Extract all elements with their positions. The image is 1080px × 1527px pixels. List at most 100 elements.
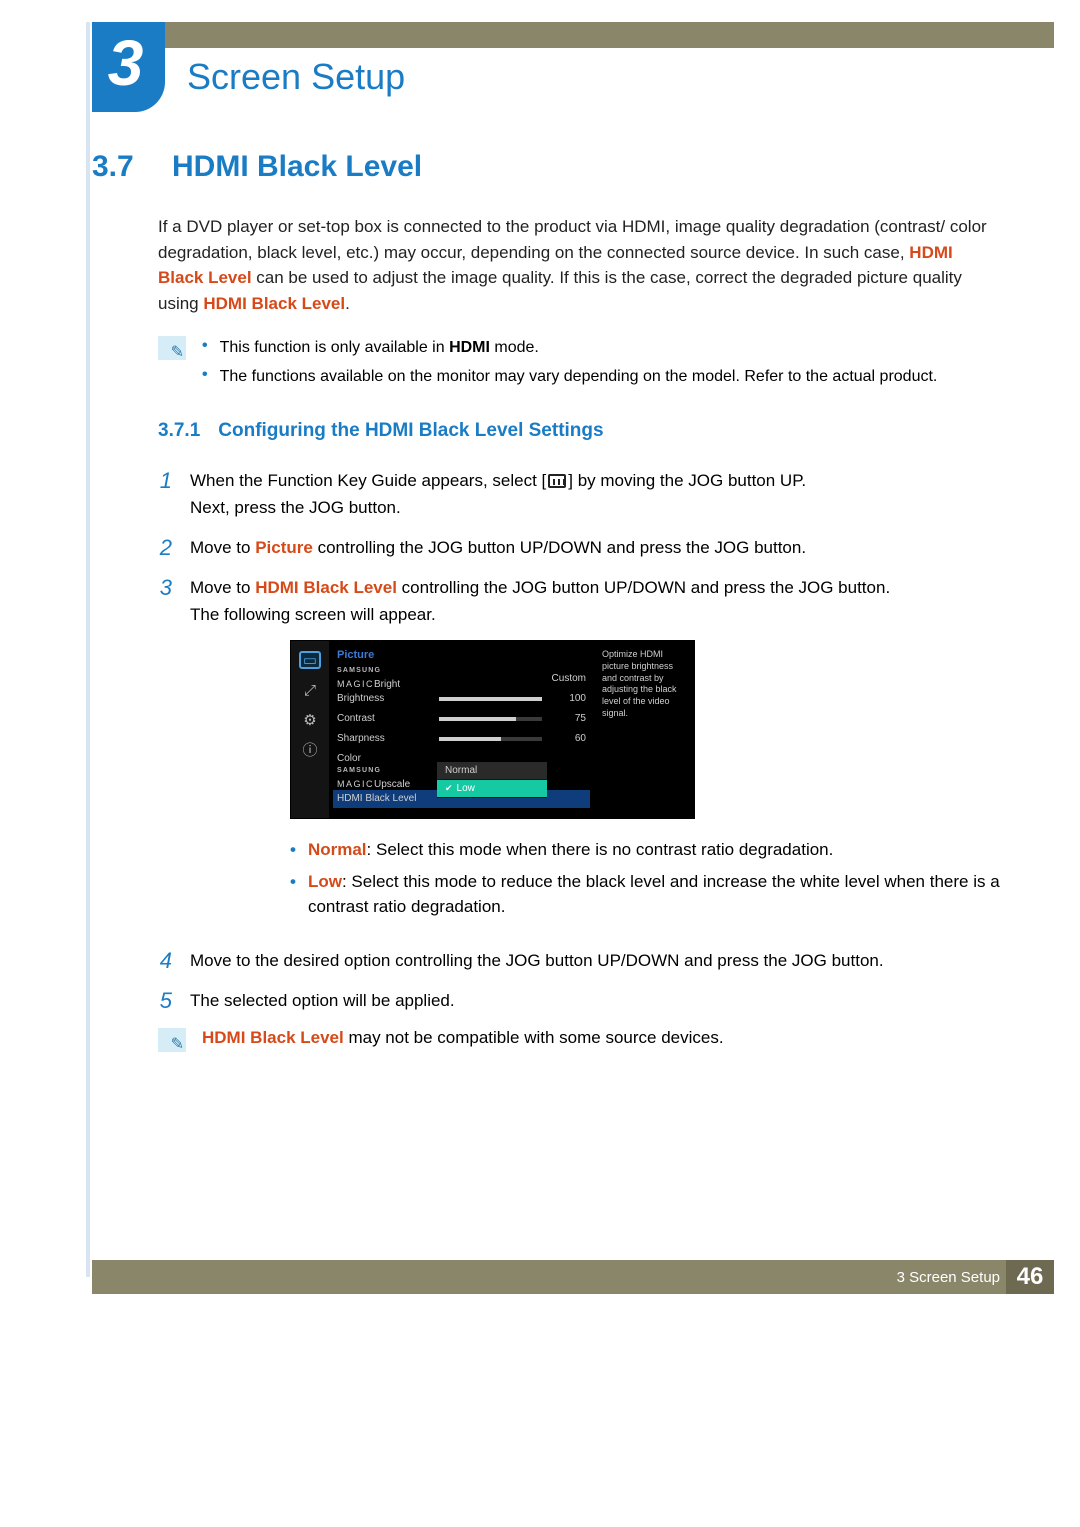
subsection-number: 3.7.1 [158,420,200,442]
gear-icon: ⚙ [299,711,321,729]
resize-icon: ⤢ [299,681,321,699]
step-number: 3 [152,575,172,933]
osd-row-sharpness: Sharpness 60 [337,730,586,748]
legend-desc: : Select this mode when there is no cont… [367,840,834,859]
section-number: 3.7 [92,150,148,184]
content: 3.7 HDMI Black Level If a DVD player or … [92,150,1032,1052]
section-title: HDMI Black Level [172,150,422,184]
step-number: 2 [152,535,172,561]
osd-option-normal: Normal [437,762,547,780]
osd-dropdown: Normal Low [437,762,547,798]
step-text: controlling the JOG button UP/DOWN and p… [313,538,806,557]
osd-label: Sharpness [337,731,433,747]
osd-value: 75 [552,711,586,727]
osd-slider [439,697,542,701]
info-note-2: HDMI Black Level may not be compatible w… [158,1028,1002,1052]
step-text: Move to [190,538,255,557]
osd-label: Brightness [337,691,433,707]
osd-sidebar: ▭ ⤢ ⚙ ⓘ [291,641,329,818]
osd-value: 60 [552,731,586,747]
step-number: 1 [152,468,172,521]
step-text: Move to [190,578,255,597]
note-list: • This function is only available in HDM… [202,336,1002,394]
step-item: 3 Move to HDMI Black Level controlling t… [152,575,1002,933]
info-icon: ⓘ [299,741,321,759]
bullet-dot-icon: • [290,869,296,920]
subsection-heading: 3.7.1 Configuring the HDMI Black Level S… [158,420,1002,442]
step-body: Move to HDMI Black Level controlling the… [190,575,1002,933]
osd-slider [439,737,542,741]
osd-main: Picture SAMSUNG MAGICBright Custom [329,641,594,818]
legend-highlight: Normal [308,840,367,859]
step-highlight: Picture [255,538,313,557]
osd-label: HDMI Black Level [337,791,416,807]
step-item: 2 Move to Picture controlling the JOG bu… [152,535,1002,561]
osd-label: SAMSUNG MAGICUpscale [337,766,433,792]
legend-desc: : Select this mode to reduce the black l… [308,872,1000,917]
legend-bullet: • Normal: Select this mode when there is… [290,837,1002,863]
footer-chapter-ref: 3 Screen Setup [897,1260,1000,1294]
osd-help-panel: Optimize HDMI picture brightness and con… [594,641,694,818]
footer-bar: 3 Screen Setup 46 [92,1260,1054,1294]
footer-page-number: 46 [1006,1260,1054,1294]
step-body: Move to Picture controlling the JOG butt… [190,535,1002,561]
osd-row-brightness: Brightness 100 [337,690,586,708]
osd-screenshot: ▭ ⤢ ⚙ ⓘ Picture SAMSUNG MAGICBright [290,640,1002,819]
osd-label: Contrast [337,711,433,727]
osd-option-low: Low [437,780,547,798]
header-bar [92,22,1054,48]
info-note: • This function is only available in HDM… [158,336,1002,394]
left-rail [0,0,92,1527]
header: 3 Screen Setup [92,22,1054,112]
osd-samsung-label: SAMSUNG [337,766,433,777]
step-item: 5 The selected option will be applied. [152,988,1002,1014]
step-text: Next, press the JOG button. [190,495,1002,521]
note-desc: may not be compatible with some source d… [344,1028,724,1047]
step-body: When the Function Key Guide appears, sel… [190,468,1002,521]
osd-value: Custom [552,671,586,687]
chapter-badge: 3 [92,22,165,112]
monitor-icon: ▭ [299,651,321,669]
note-text: HDMI Black Level may not be compatible w… [202,1028,724,1052]
note-text-part: mode. [490,339,539,356]
bullet-dot-icon: • [202,365,208,388]
osd-magic-suffix: Upscale [374,779,410,790]
legend-highlight: Low [308,872,342,891]
steps-list: 1 When the Function Key Guide appears, s… [152,468,1002,1014]
note-text-part: This function is only available in [220,339,449,356]
step-highlight: HDMI Black Level [255,578,397,597]
legend-bullet: • Low: Select this mode to reduce the bl… [290,869,1002,920]
step-item: 4 Move to the desired option controlling… [152,948,1002,974]
footer: 3 Screen Setup 46 [92,1260,1054,1294]
step-number: 5 [152,988,172,1014]
osd-title: Picture [337,647,586,664]
step-text: controlling the JOG button UP/DOWN and p… [397,578,890,597]
step-text: The following screen will appear. [190,602,1002,628]
left-rail-accent [86,22,90,1277]
osd-value: 100 [552,691,586,707]
subsection-title: Configuring the HDMI Black Level Setting… [218,420,603,442]
legend-text: Low: Select this mode to reduce the blac… [308,869,1002,920]
bullet-dot-icon: • [202,336,208,359]
step-body: Move to the desired option controlling t… [190,948,1002,974]
note-bullet: • The functions available on the monitor… [202,365,1002,388]
osd-slider [439,717,542,721]
note-highlight: HDMI Black Level [202,1028,344,1047]
legend-text: Normal: Select this mode when there is n… [308,837,833,863]
note-text: This function is only available in HDMI … [220,336,539,359]
intro-text: If a DVD player or set-top box is connec… [158,217,987,262]
note-icon [158,1028,186,1052]
osd-label: SAMSUNG MAGICBright [337,666,433,692]
osd-panel: ▭ ⤢ ⚙ ⓘ Picture SAMSUNG MAGICBright [290,640,695,819]
step-number: 4 [152,948,172,974]
note-text: The functions available on the monitor m… [220,365,938,388]
chapter-title: Screen Setup [187,56,405,98]
osd-magic-suffix: Bright [374,679,400,690]
section-heading: 3.7 HDMI Black Level [92,150,1002,184]
step-body: The selected option will be applied. [190,988,1002,1014]
step-text: ] by moving the JOG button UP. [568,471,806,490]
osd-magic-label: MAGIC [337,779,374,789]
note-icon [158,336,186,360]
option-legend: • Normal: Select this mode when there is… [290,837,1002,920]
chapter-number: 3 [108,26,144,100]
